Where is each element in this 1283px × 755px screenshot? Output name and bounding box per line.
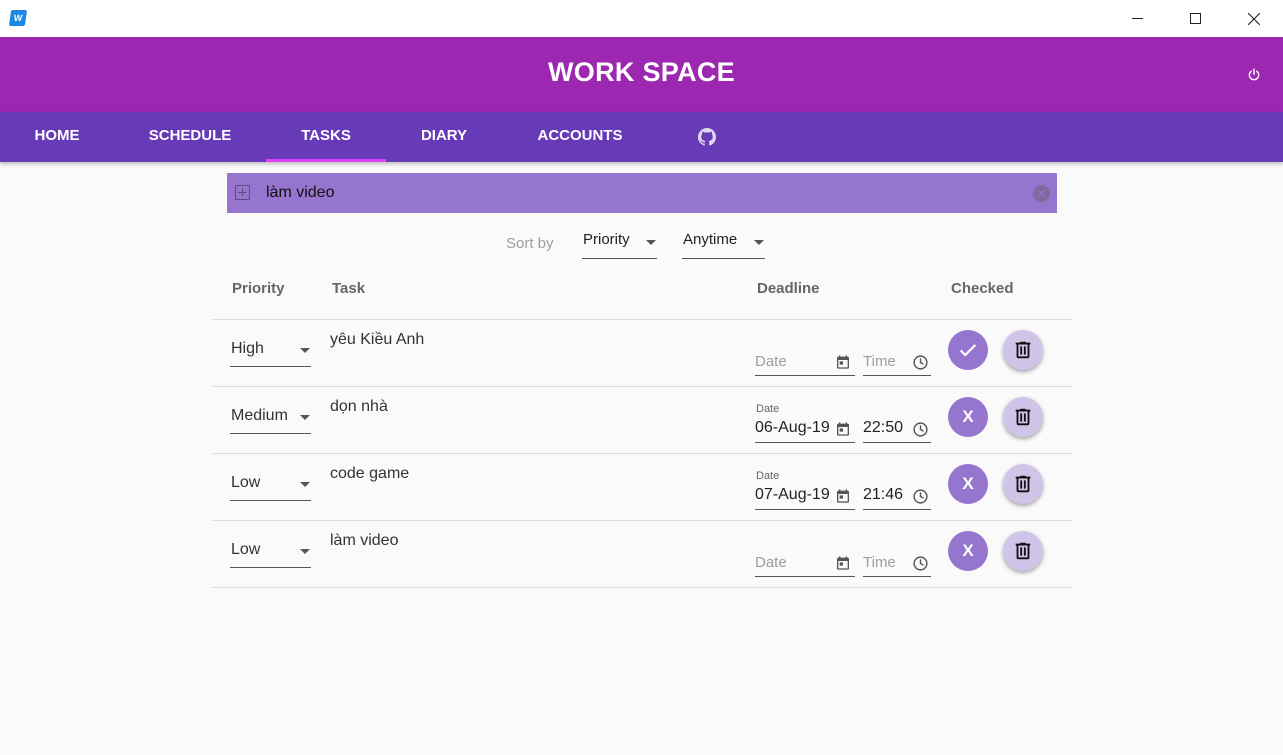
table-row: High yêu Kiều Anh Date Time bbox=[212, 320, 1072, 387]
clock-icon bbox=[913, 355, 928, 370]
check-button[interactable] bbox=[948, 330, 988, 370]
close-button[interactable] bbox=[1231, 0, 1277, 37]
close-icon bbox=[1248, 12, 1260, 25]
app-icon: W bbox=[8, 10, 28, 26]
uncheck-button[interactable]: X bbox=[948, 464, 988, 504]
window-titlebar: W bbox=[0, 0, 1283, 37]
task-text[interactable]: làm video bbox=[330, 532, 398, 550]
date-field[interactable]: Date 07-Aug-19 bbox=[755, 470, 855, 510]
minimize-button[interactable] bbox=[1114, 0, 1160, 37]
active-tab-indicator bbox=[266, 159, 386, 162]
time-range-value: Anytime bbox=[683, 231, 738, 248]
date-label: Date bbox=[756, 403, 780, 415]
github-icon bbox=[698, 128, 716, 146]
date-field[interactable]: Date 06-Aug-19 bbox=[755, 403, 855, 443]
trash-icon bbox=[1015, 408, 1031, 426]
delete-button[interactable] bbox=[1003, 397, 1043, 437]
time-field[interactable]: 21:46 bbox=[863, 480, 931, 510]
app-title: WORK SPACE bbox=[547, 57, 735, 87]
clock-icon bbox=[913, 556, 928, 571]
clear-icon[interactable]: × bbox=[1033, 185, 1050, 202]
date-label: Date bbox=[756, 470, 780, 482]
dropdown-arrow-icon bbox=[300, 549, 310, 554]
add-task-input[interactable] bbox=[259, 173, 1019, 213]
priority-select[interactable]: Low bbox=[230, 535, 311, 568]
priority-value: Low bbox=[231, 474, 261, 491]
maximize-icon bbox=[1189, 13, 1201, 24]
column-header-checked: Checked bbox=[951, 280, 1014, 297]
table-row: Low code game Date 07-Aug-19 21:46 X bbox=[212, 454, 1072, 521]
priority-value: Low bbox=[231, 541, 261, 558]
task-text[interactable]: yêu Kiều Anh bbox=[330, 331, 424, 349]
task-text[interactable]: dọn nhà bbox=[330, 398, 388, 416]
trash-icon bbox=[1015, 341, 1031, 359]
date-placeholder: Date bbox=[755, 554, 787, 571]
dropdown-arrow-icon bbox=[300, 348, 310, 353]
tab-schedule[interactable]: SCHEDULE bbox=[130, 112, 250, 162]
time-placeholder: Time bbox=[863, 554, 896, 571]
task-text[interactable]: code game bbox=[330, 465, 409, 483]
add-box-icon[interactable] bbox=[235, 185, 250, 200]
app-header: WORK SPACE bbox=[0, 37, 1283, 112]
column-header-task: Task bbox=[332, 280, 366, 297]
date-placeholder: Date bbox=[755, 353, 787, 370]
time-value: 22:50 bbox=[863, 419, 904, 436]
table-row: Medium dọn nhà Date 06-Aug-19 22:50 X bbox=[212, 387, 1072, 454]
date-field[interactable]: Date bbox=[755, 346, 855, 376]
tab-accounts[interactable]: ACCOUNTS bbox=[520, 112, 640, 162]
tab-home[interactable]: HOME bbox=[16, 112, 98, 162]
tab-diary[interactable]: DIARY bbox=[394, 112, 494, 162]
time-field[interactable]: Time bbox=[863, 547, 931, 577]
sort-label: Sort by bbox=[506, 235, 554, 252]
date-value: 06-Aug-19 bbox=[755, 419, 830, 436]
column-header-deadline: Deadline bbox=[757, 280, 820, 297]
dropdown-arrow-icon bbox=[300, 415, 310, 420]
column-header-priority: Priority bbox=[232, 280, 285, 297]
power-button[interactable] bbox=[1244, 65, 1264, 85]
calendar-icon bbox=[837, 489, 849, 503]
power-icon bbox=[1248, 68, 1260, 81]
delete-button[interactable] bbox=[1003, 531, 1043, 571]
tab-bar: HOME SCHEDULE TASKS DIARY ACCOUNTS bbox=[0, 112, 1283, 162]
tab-tasks[interactable]: TASKS bbox=[266, 112, 386, 162]
calendar-icon bbox=[837, 556, 849, 570]
time-field[interactable]: Time bbox=[863, 346, 931, 376]
maximize-button[interactable] bbox=[1172, 0, 1218, 37]
calendar-icon bbox=[837, 422, 849, 436]
add-task-bar: × bbox=[227, 173, 1057, 213]
priority-select[interactable]: High bbox=[230, 334, 311, 367]
clock-icon bbox=[913, 422, 928, 437]
dropdown-arrow-icon bbox=[646, 240, 656, 245]
clock-icon bbox=[913, 489, 928, 504]
minimize-icon bbox=[1131, 18, 1143, 19]
priority-select[interactable]: Medium bbox=[230, 401, 311, 434]
delete-button[interactable] bbox=[1003, 464, 1043, 504]
priority-value: High bbox=[231, 340, 264, 357]
time-field[interactable]: 22:50 bbox=[863, 413, 931, 443]
checkmark-icon bbox=[959, 344, 977, 357]
table-row: Low làm video Date Time X bbox=[212, 521, 1072, 588]
priority-value: Medium bbox=[231, 407, 288, 424]
dropdown-arrow-icon bbox=[754, 240, 764, 245]
time-placeholder: Time bbox=[863, 353, 896, 370]
date-field[interactable]: Date bbox=[755, 547, 855, 577]
trash-icon bbox=[1015, 475, 1031, 493]
priority-select[interactable]: Low bbox=[230, 468, 311, 501]
tab-github[interactable] bbox=[687, 112, 727, 162]
time-value: 21:46 bbox=[863, 486, 904, 503]
sort-by-value: Priority bbox=[583, 231, 630, 248]
calendar-icon bbox=[837, 355, 849, 369]
uncheck-button[interactable]: X bbox=[948, 397, 988, 437]
trash-icon bbox=[1015, 542, 1031, 560]
delete-button[interactable] bbox=[1003, 330, 1043, 370]
dropdown-arrow-icon bbox=[300, 482, 310, 487]
uncheck-button[interactable]: X bbox=[948, 531, 988, 571]
sort-by-select[interactable]: Priority bbox=[582, 229, 657, 259]
time-range-select[interactable]: Anytime bbox=[682, 229, 765, 259]
date-value: 07-Aug-19 bbox=[755, 486, 830, 503]
